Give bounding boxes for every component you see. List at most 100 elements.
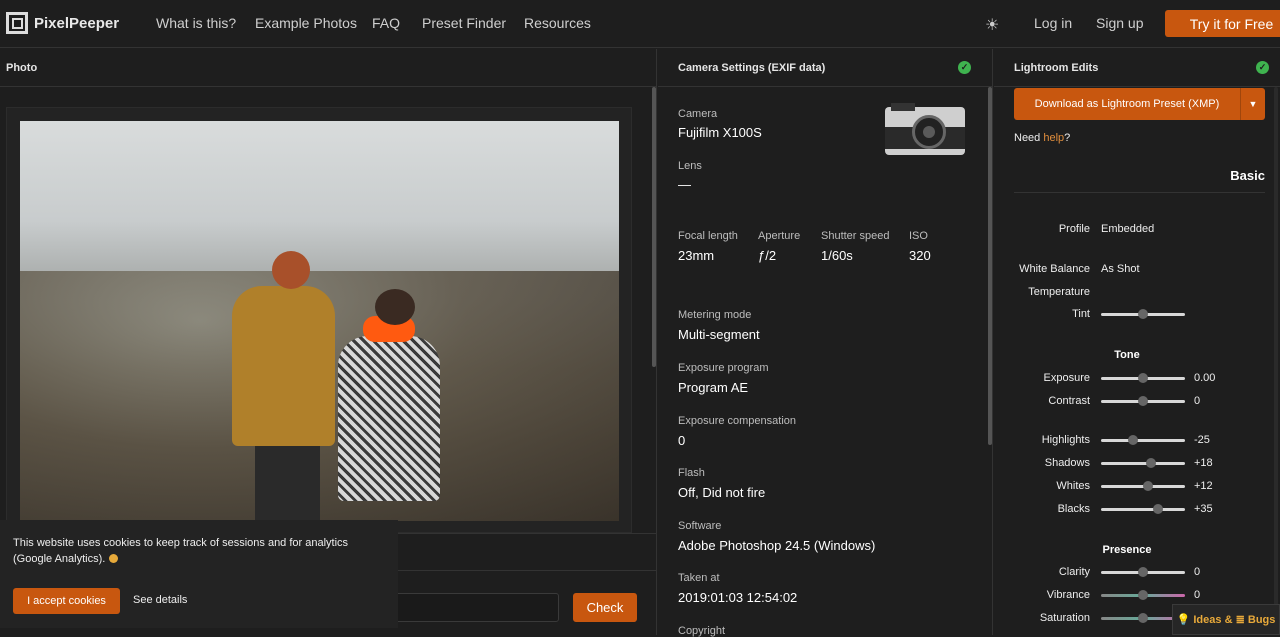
software-label: Software bbox=[678, 520, 722, 532]
theme-toggle-sun-icon[interactable]: ☀ bbox=[985, 15, 999, 35]
tint-slider[interactable] bbox=[1101, 309, 1185, 319]
vibrance-slider-thumb[interactable] bbox=[1138, 590, 1148, 600]
ideas-amp: & bbox=[1224, 613, 1233, 626]
aperture-label: Aperture bbox=[758, 230, 801, 242]
cookie-text: This website uses cookies to keep track … bbox=[13, 535, 383, 567]
lightroom-scrollbar[interactable] bbox=[1274, 87, 1278, 635]
divider bbox=[1014, 192, 1265, 193]
flash-value: Off, Did not fire bbox=[678, 485, 766, 500]
contrast-slider[interactable] bbox=[1101, 396, 1185, 406]
help-link[interactable]: help bbox=[1043, 132, 1064, 144]
whites-value: +12 bbox=[1194, 480, 1213, 492]
bug-list-icon: ≣ bbox=[1235, 614, 1245, 626]
shutter-value: 1/60s bbox=[821, 248, 853, 263]
photo-panel-title: Photo bbox=[0, 49, 656, 87]
highlights-slider-thumb[interactable] bbox=[1127, 435, 1138, 445]
clarity-slider[interactable] bbox=[1101, 567, 1185, 577]
tone-section-title: Tone bbox=[1114, 349, 1140, 361]
taken-label: Taken at bbox=[678, 572, 720, 584]
compensation-value: 0 bbox=[678, 433, 686, 448]
iso-label: ISO bbox=[909, 230, 928, 242]
clarity-label: Clarity bbox=[1058, 566, 1090, 578]
white-balance-value: As Shot bbox=[1101, 263, 1140, 275]
vibrance-value: 0 bbox=[1194, 589, 1201, 601]
nav-resources[interactable]: Resources bbox=[524, 15, 591, 31]
camera-image bbox=[885, 103, 965, 155]
lightroom-edits-panel: Lightroom Edits ✓ Download as Lightroom … bbox=[994, 49, 1280, 635]
vibrance-label: Vibrance bbox=[1046, 589, 1090, 601]
exposure-value: 0.00 bbox=[1194, 372, 1216, 384]
shadows-slider[interactable] bbox=[1101, 458, 1185, 468]
profile-value: Embedded bbox=[1101, 223, 1155, 235]
blacks-slider-thumb[interactable] bbox=[1152, 504, 1163, 514]
bugs-label: Bugs bbox=[1247, 613, 1276, 626]
profile-label: Profile bbox=[1058, 223, 1090, 235]
lightroom-panel-title: Lightroom Edits bbox=[994, 49, 1280, 87]
copyright-label: Copyright bbox=[678, 625, 726, 637]
clarity-slider-thumb[interactable] bbox=[1138, 567, 1148, 577]
blacks-value: +35 bbox=[1194, 503, 1213, 515]
compensation-label: Exposure compensation bbox=[678, 415, 797, 427]
photo-scrollbar[interactable] bbox=[652, 87, 656, 367]
try-free-button[interactable]: Try it for Free bbox=[1165, 10, 1280, 37]
contrast-slider-thumb[interactable] bbox=[1138, 396, 1148, 406]
accept-cookies-button[interactable]: I accept cookies bbox=[13, 588, 120, 614]
shadows-value: +18 bbox=[1194, 457, 1213, 469]
nav-example-photos[interactable]: Example Photos bbox=[255, 15, 357, 31]
contrast-value: 0 bbox=[1194, 395, 1201, 407]
presence-section-title: Presence bbox=[1102, 544, 1152, 556]
login-link[interactable]: Log in bbox=[1034, 15, 1072, 31]
blacks-slider[interactable] bbox=[1101, 504, 1185, 514]
photo-url-input[interactable] bbox=[395, 593, 559, 622]
highlights-label: Highlights bbox=[1041, 434, 1090, 446]
uploaded-photo bbox=[20, 121, 619, 521]
check-button[interactable]: Check bbox=[573, 593, 637, 622]
taken-value: 2019:01:03 12:54:02 bbox=[678, 590, 798, 605]
camera-ok-check-icon: ✓ bbox=[958, 61, 971, 74]
white-balance-label: White Balance bbox=[1019, 263, 1090, 275]
lens-label: Lens bbox=[678, 160, 702, 172]
ideas-bugs-button[interactable]: 💡 Ideas & ≣ Bugs bbox=[1172, 604, 1280, 635]
help-prefix: Need bbox=[1014, 132, 1044, 144]
metering-label: Metering mode bbox=[678, 309, 752, 321]
exposure-slider[interactable] bbox=[1101, 373, 1185, 383]
exposure-slider-thumb[interactable] bbox=[1138, 373, 1148, 383]
tint-label: Tint bbox=[1072, 308, 1090, 320]
cookie-details-link[interactable]: See details bbox=[133, 594, 187, 606]
download-preset-button[interactable]: Download as Lightroom Preset (XMP) ▼ bbox=[1014, 88, 1265, 120]
logo[interactable]: PixelPeeper bbox=[6, 12, 119, 34]
saturation-slider-thumb[interactable] bbox=[1138, 613, 1148, 623]
temperature-label: Temperature bbox=[1028, 286, 1090, 298]
camera-scrollbar[interactable] bbox=[988, 87, 992, 445]
whites-slider[interactable] bbox=[1101, 481, 1185, 491]
cookie-banner: This website uses cookies to keep track … bbox=[0, 520, 398, 628]
nav-preset-finder[interactable]: Preset Finder bbox=[422, 15, 506, 31]
focal-label: Focal length bbox=[678, 230, 738, 242]
vibrance-slider[interactable] bbox=[1101, 590, 1185, 600]
focal-value: 23mm bbox=[678, 248, 715, 263]
highlights-value: -25 bbox=[1194, 434, 1210, 446]
shadows-label: Shadows bbox=[1044, 457, 1090, 469]
shadows-slider-thumb[interactable] bbox=[1145, 458, 1156, 468]
camera-panel-title: Camera Settings (EXIF data) bbox=[658, 49, 992, 87]
help-suffix: ? bbox=[1064, 132, 1071, 144]
nav-what-is-this[interactable]: What is this? bbox=[156, 15, 236, 31]
dropdown-caret-icon[interactable]: ▼ bbox=[1241, 88, 1265, 120]
cookie-emoji-icon bbox=[109, 554, 119, 563]
lens-value: — bbox=[678, 177, 691, 192]
lightroom-ok-check-icon: ✓ bbox=[1256, 61, 1269, 74]
whites-slider-thumb[interactable] bbox=[1143, 481, 1154, 491]
exposure-label: Exposure bbox=[1043, 372, 1090, 384]
top-navbar: PixelPeeper What is this? Example Photos… bbox=[0, 0, 1280, 48]
nav-faq[interactable]: FAQ bbox=[372, 15, 400, 31]
signup-link[interactable]: Sign up bbox=[1096, 15, 1143, 31]
program-value: Program AE bbox=[678, 380, 749, 395]
photo-frame bbox=[6, 107, 632, 533]
tint-slider-thumb[interactable] bbox=[1138, 309, 1148, 319]
download-preset-label[interactable]: Download as Lightroom Preset (XMP) bbox=[1014, 88, 1241, 120]
shutter-label: Shutter speed bbox=[821, 230, 890, 242]
camera-value: Fujifilm X100S bbox=[678, 125, 762, 140]
help-line: Need help? bbox=[1014, 132, 1070, 144]
aperture-value: ƒ/2 bbox=[758, 248, 777, 263]
highlights-slider[interactable] bbox=[1101, 435, 1185, 445]
